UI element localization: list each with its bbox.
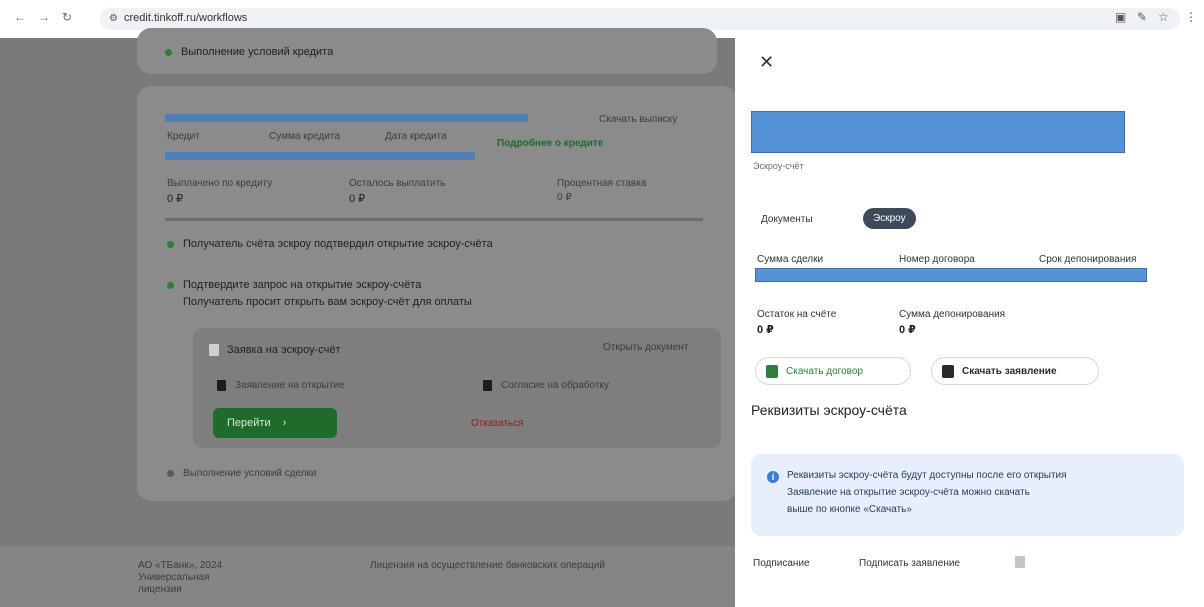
decline-link[interactable]: Отказаться xyxy=(471,418,524,429)
download-application-button[interactable]: Скачать заявление xyxy=(931,357,1099,385)
back-icon[interactable]: ← xyxy=(14,10,26,24)
status-dot-icon xyxy=(167,469,174,477)
open-document-link[interactable]: Открыть документ xyxy=(603,342,688,353)
extension-icon[interactable]: ✎ xyxy=(1137,10,1147,24)
document-icon xyxy=(483,380,492,391)
forward-icon[interactable]: → xyxy=(38,10,50,24)
info-text: Реквизиты эскроу-счёта будут доступны по… xyxy=(787,467,1067,518)
document-icon xyxy=(209,344,219,356)
footer-license: Лицензия на осуществление банковских опе… xyxy=(370,560,605,571)
label-contract-number: Номер договора xyxy=(899,254,975,265)
redacted-account-block xyxy=(751,111,1125,153)
label-deposit-term: Срок депонирования xyxy=(1039,254,1137,265)
document-icon xyxy=(766,364,778,378)
col-label-2: Сумма кредита xyxy=(269,131,340,142)
signing-label: Подписание xyxy=(753,558,810,569)
panel-caption: Эскроу-счёт xyxy=(753,161,804,171)
bookmark-star-icon[interactable]: ☆ xyxy=(1158,10,1169,24)
value-account-balance: 0 ₽ xyxy=(757,324,774,336)
download-statement-link[interactable]: Скачать выписку xyxy=(599,114,677,125)
redacted-row-values xyxy=(755,268,1147,282)
metric-value-rate: 0 ₽ xyxy=(557,192,572,203)
download-contract-label: Скачать договор xyxy=(786,365,863,377)
download-contract-button[interactable]: Скачать договор xyxy=(755,357,911,385)
label-deposit-amount: Сумма депонирования xyxy=(899,309,1006,320)
metric-label-remaining: Осталось выплатить xyxy=(349,178,446,189)
page-footer: АО «ТБанк», 2024 Универсальная лицензия … xyxy=(0,546,735,607)
conditions-row-card: Выполнение условий кредита xyxy=(137,28,717,74)
step-confirm-request: Подтвердите запрос на открытие эскроу-сч… xyxy=(167,279,421,291)
escrow-side-panel: ✕ Эскроу-счёт Документы Эскроу Сумма сде… xyxy=(735,38,1204,607)
go-button[interactable]: Перейти › xyxy=(213,408,337,438)
label-account-balance: Остаток на счёте xyxy=(757,309,837,320)
footer-company-line-2: Универсальная xyxy=(138,572,210,583)
status-dot-icon xyxy=(165,48,172,56)
requisites-heading: Реквизиты эскроу-счёта xyxy=(751,402,907,418)
info-notice: i Реквизиты эскроу-счёта будут доступны … xyxy=(751,454,1184,536)
footer-company: АО «ТБанк», 2024 Универсальная лицензия xyxy=(138,560,222,596)
address-bar[interactable]: ⚙ credit.tinkoff.ru/workflows xyxy=(100,8,1180,30)
footer-company-line-1: АО «ТБанк», 2024 xyxy=(138,560,223,571)
copy-icon[interactable] xyxy=(1015,556,1025,568)
metric-label-rate: Процентная ставка xyxy=(557,178,647,189)
step-confirmed: Получатель счёта эскроу подтвердил откры… xyxy=(167,238,493,250)
credit-details-link[interactable]: Подробнее о кредите xyxy=(497,138,603,149)
url-text[interactable]: credit.tinkoff.ru/workflows xyxy=(124,12,247,24)
label-deal-amount: Сумма сделки xyxy=(757,254,824,265)
escrow-request-card: Заявка на эскроу-счёт Открыть документ З… xyxy=(193,328,721,448)
conditions-row[interactable]: Выполнение условий кредита xyxy=(165,46,333,58)
escrow-request-title: Заявка на эскроу-счёт xyxy=(227,344,341,356)
credit-card: Скачать выписку Кредит Сумма кредита Дат… xyxy=(137,86,737,501)
download-application-label: Скачать заявление xyxy=(962,365,1057,377)
step-confirm-request-text: Подтвердите запрос на открытие эскроу-сч… xyxy=(183,279,422,291)
redacted-values xyxy=(165,152,475,160)
col-label-3: Дата кредита xyxy=(385,131,447,142)
sign-application-link[interactable]: Подписать заявление xyxy=(859,558,960,569)
document-icon xyxy=(217,380,226,391)
go-button-label: Перейти xyxy=(227,417,271,429)
reload-icon[interactable]: ↻ xyxy=(62,10,72,24)
tab-escrow[interactable]: Эскроу xyxy=(863,208,916,229)
info-line-2: Заявление на открытие эскроу-счёта можно… xyxy=(787,487,1030,498)
step-confirmed-text: Получатель счёта эскроу подтвердил откры… xyxy=(183,238,493,250)
site-info-icon[interactable]: ⚙ xyxy=(109,13,118,24)
metric-value-paid: 0 ₽ xyxy=(167,193,184,205)
step-confirm-request-sub: Получатель просит открыть вам эскроу-счё… xyxy=(183,296,472,308)
metric-label-paid: Выплачено по кредиту xyxy=(167,178,273,189)
translate-icon[interactable]: ▣ xyxy=(1115,10,1126,24)
step-conditions: Выполнение условий сделки xyxy=(167,468,317,479)
progress-divider xyxy=(165,218,703,221)
status-dot-icon xyxy=(167,240,174,248)
value-deposit-amount: 0 ₽ xyxy=(899,324,916,336)
redacted-title xyxy=(165,114,528,122)
conditions-row-label: Выполнение условий кредита xyxy=(181,46,334,58)
step-conditions-text: Выполнение условий сделки xyxy=(183,468,317,479)
info-line-3: выше по кнопке «Скачать» xyxy=(787,504,912,515)
doc-consent-link[interactable]: Согласие на обработку xyxy=(501,380,609,391)
document-icon xyxy=(942,364,954,378)
info-line-1: Реквизиты эскроу-счёта будут доступны по… xyxy=(787,470,1067,481)
doc-application-link[interactable]: Заявление на открытие xyxy=(235,380,345,391)
page-overlay[interactable]: Выполнение условий кредита Скачать выпис… xyxy=(0,28,737,607)
info-icon: i xyxy=(767,471,779,483)
footer-company-line-3: лицензия xyxy=(138,584,182,595)
metric-value-remaining: 0 ₽ xyxy=(349,193,366,205)
col-label-1: Кредит xyxy=(167,131,200,142)
tab-documents[interactable]: Документы xyxy=(761,214,813,225)
close-icon[interactable]: ✕ xyxy=(759,52,774,73)
status-dot-icon xyxy=(167,281,174,289)
profile-icon[interactable]: ⋮ xyxy=(1185,10,1197,24)
chevron-right-icon: › xyxy=(282,417,287,429)
